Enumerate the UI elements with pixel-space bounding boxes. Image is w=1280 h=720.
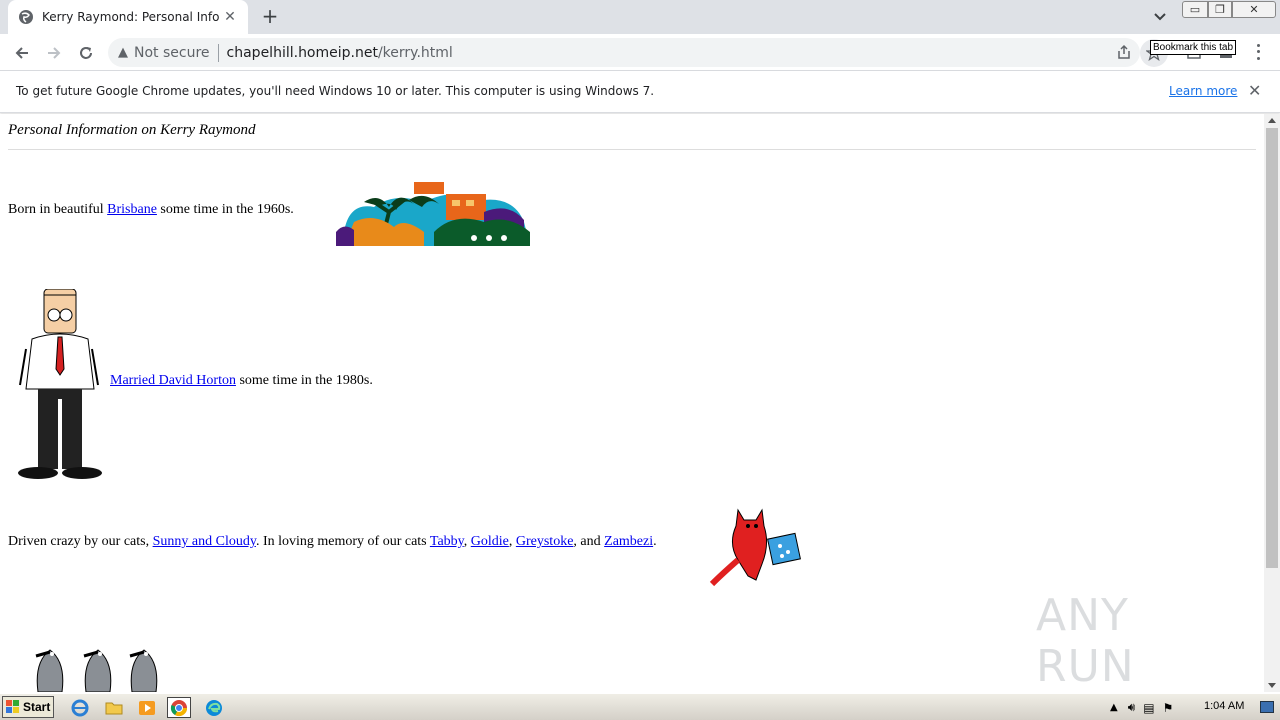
taskbar-ie[interactable] [68, 697, 92, 718]
cats-text-pre: Driven crazy by our cats, [8, 534, 153, 549]
brisbane-link[interactable]: Brisbane [107, 202, 157, 217]
address-bar[interactable]: ▲ Not secure chapelhill.homeip.net/kerry… [108, 38, 1140, 67]
start-label: Start [23, 700, 51, 714]
page-scrollbar[interactable] [1264, 114, 1280, 692]
globe-icon [19, 10, 33, 24]
url-host: chapelhill.homeip.net [226, 44, 378, 61]
learn-more-link[interactable]: Learn more [1169, 84, 1237, 98]
anyrun-watermark: ANY RUN [1036, 590, 1135, 692]
page-title: Personal Information on Kerry Raymond [8, 122, 256, 138]
scroll-thumb[interactable] [1266, 128, 1278, 568]
scroll-up-icon[interactable] [1268, 118, 1276, 123]
omnibox-divider [217, 43, 219, 62]
tray-expand-icon[interactable]: ▲ [1110, 702, 1118, 713]
reload-icon [80, 47, 92, 59]
tab-title: Kerry Raymond: Personal Information on K… [42, 10, 220, 24]
horizontal-rule [8, 149, 1256, 150]
windows-taskbar: Start ▲ 🔊︎ ▤ ⚑ 1:04 AM [0, 693, 1280, 720]
show-desktop-icon[interactable] [1260, 701, 1274, 713]
forward-button[interactable] [42, 41, 66, 65]
forward-icon [48, 47, 61, 59]
share-icon[interactable] [1116, 44, 1132, 60]
chrome-icon [170, 699, 188, 716]
browser-tab[interactable]: Kerry Raymond: Personal Information on K… [8, 0, 248, 34]
taskbar-media[interactable] [135, 697, 159, 718]
tabby-link[interactable]: Tabby [430, 534, 464, 549]
sunny-and-cloudy-link[interactable]: Sunny and Cloudy [153, 534, 256, 549]
taskbar-edge[interactable] [202, 697, 226, 718]
minimize-button[interactable]: ▭ [1182, 1, 1208, 18]
goldie-link[interactable]: Goldie [471, 534, 509, 549]
start-button[interactable]: Start [2, 696, 54, 718]
window-close-button[interactable]: ✕ [1232, 1, 1276, 18]
birth-text-post: some time in the 1960s. [156, 202, 294, 217]
infobar-message: To get future Google Chrome updates, you… [16, 84, 655, 98]
security-label[interactable]: Not secure [134, 45, 210, 61]
infobar-close-icon[interactable]: ✕ [1248, 81, 1261, 100]
internet-explorer-icon [71, 699, 89, 716]
system-tray: ▲ 🔊︎ ▤ ⚑ 1:04 AM [1106, 697, 1278, 718]
scroll-down-icon[interactable] [1268, 683, 1276, 688]
browser-toolbar: ▲ Not secure chapelhill.homeip.net/kerry… [0, 34, 1280, 71]
cats-sep-1: , [463, 534, 471, 549]
volume-icon[interactable]: 🔊︎ [1128, 700, 1136, 715]
windows-logo-icon [6, 700, 19, 713]
zambezi-link[interactable]: Zambezi [604, 534, 653, 549]
menu-icon[interactable] [1250, 42, 1266, 62]
cat-image [709, 508, 801, 587]
back-icon [15, 47, 28, 59]
warning-icon[interactable]: ▲ [118, 45, 128, 60]
url-path: /kerry.html [377, 44, 453, 61]
folder-icon [105, 702, 123, 714]
flag-icon[interactable]: ⚑ [1163, 701, 1174, 715]
cats-paragraph: Driven crazy by our cats, Sunny and Clou… [8, 534, 657, 550]
marriage-text-post: some time in the 1980s. [235, 373, 373, 388]
cats-sep-3: , and [573, 534, 605, 549]
bookmark-tooltip: Bookmark this tab [1150, 40, 1237, 55]
update-infobar: To get future Google Chrome updates, you… [0, 71, 1280, 113]
restore-button[interactable]: ❐ [1208, 1, 1232, 18]
edge-icon [206, 699, 222, 716]
greystoke-link[interactable]: Greystoke [516, 534, 574, 549]
brisbane-city-image [336, 182, 530, 246]
dilbert-image [18, 289, 102, 479]
back-button[interactable] [10, 41, 34, 65]
network-icon[interactable]: ▤ [1143, 701, 1154, 715]
taskbar-explorer[interactable] [102, 697, 126, 718]
cats-text-mid: . In loving memory of our cats [255, 534, 430, 549]
new-tab-button[interactable]: + [258, 6, 282, 28]
tab-close-icon[interactable]: ✕ [222, 9, 238, 25]
cats-text-end: . [653, 534, 657, 549]
birth-paragraph: Born in beautiful Brisbane some time in … [8, 202, 294, 218]
tab-strip: Kerry Raymond: Personal Information on K… [0, 0, 1280, 34]
marriage-paragraph: Married David Horton some time in the 19… [110, 373, 373, 389]
penguins-image [35, 649, 158, 692]
reload-button[interactable] [74, 41, 98, 65]
david-horton-link[interactable]: Married David Horton [110, 373, 236, 388]
taskbar-chrome[interactable] [167, 697, 191, 718]
birth-text-pre: Born in beautiful [8, 202, 108, 217]
cats-sep-2: , [508, 534, 516, 549]
chevron-down-icon[interactable] [1150, 8, 1170, 26]
clock[interactable]: 1:04 AM [1204, 700, 1244, 712]
media-player-icon [139, 700, 155, 715]
